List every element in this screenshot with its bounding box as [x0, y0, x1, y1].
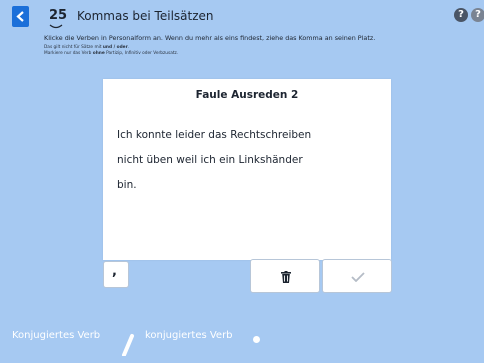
- note-line-2: Markiere nur das Verb ohne Partizip, Inf…: [44, 51, 179, 56]
- pattern-verb-2: konjugiertes Verb: [145, 330, 233, 341]
- exercise-card: Faule Ausreden 2 Ich konnte leider das R…: [103, 79, 391, 260]
- lesson-number: 25: [49, 8, 68, 23]
- comma-label: ,: [112, 264, 117, 279]
- period-dot: [253, 336, 260, 343]
- page-title: Kommas bei Teilsätzen: [77, 9, 214, 23]
- comma-drag-button[interactable]: ,: [103, 261, 129, 288]
- check-button[interactable]: [322, 259, 392, 293]
- help-icon[interactable]: ?: [454, 8, 468, 22]
- trash-icon: [281, 271, 291, 283]
- sentence-line[interactable]: bin.: [117, 173, 377, 198]
- pattern-verb-1: Konjugiertes Verb: [12, 330, 101, 341]
- sentence-line[interactable]: nicht üben weil ich ein Linkshänder: [117, 148, 377, 173]
- help-icon-secondary[interactable]: ?: [471, 8, 484, 22]
- sentence-line[interactable]: Ich konnte leider das Rechtschreiben: [117, 123, 377, 148]
- comma-mark-icon: [122, 334, 134, 356]
- check-icon: [351, 272, 365, 282]
- delete-button[interactable]: [250, 259, 320, 293]
- card-title: Faule Ausreden 2: [195, 89, 299, 101]
- lesson-number-underline: [49, 24, 63, 29]
- back-button[interactable]: [12, 6, 29, 27]
- instruction-text: Klicke die Verben in Personalform an. We…: [44, 34, 376, 42]
- sentence-text: Ich konnte leider das Rechtschreiben nic…: [117, 123, 377, 198]
- chevron-left-icon: [16, 11, 24, 22]
- note-line-1: Das gilt nicht für Sätze mit und / oder.: [44, 45, 130, 50]
